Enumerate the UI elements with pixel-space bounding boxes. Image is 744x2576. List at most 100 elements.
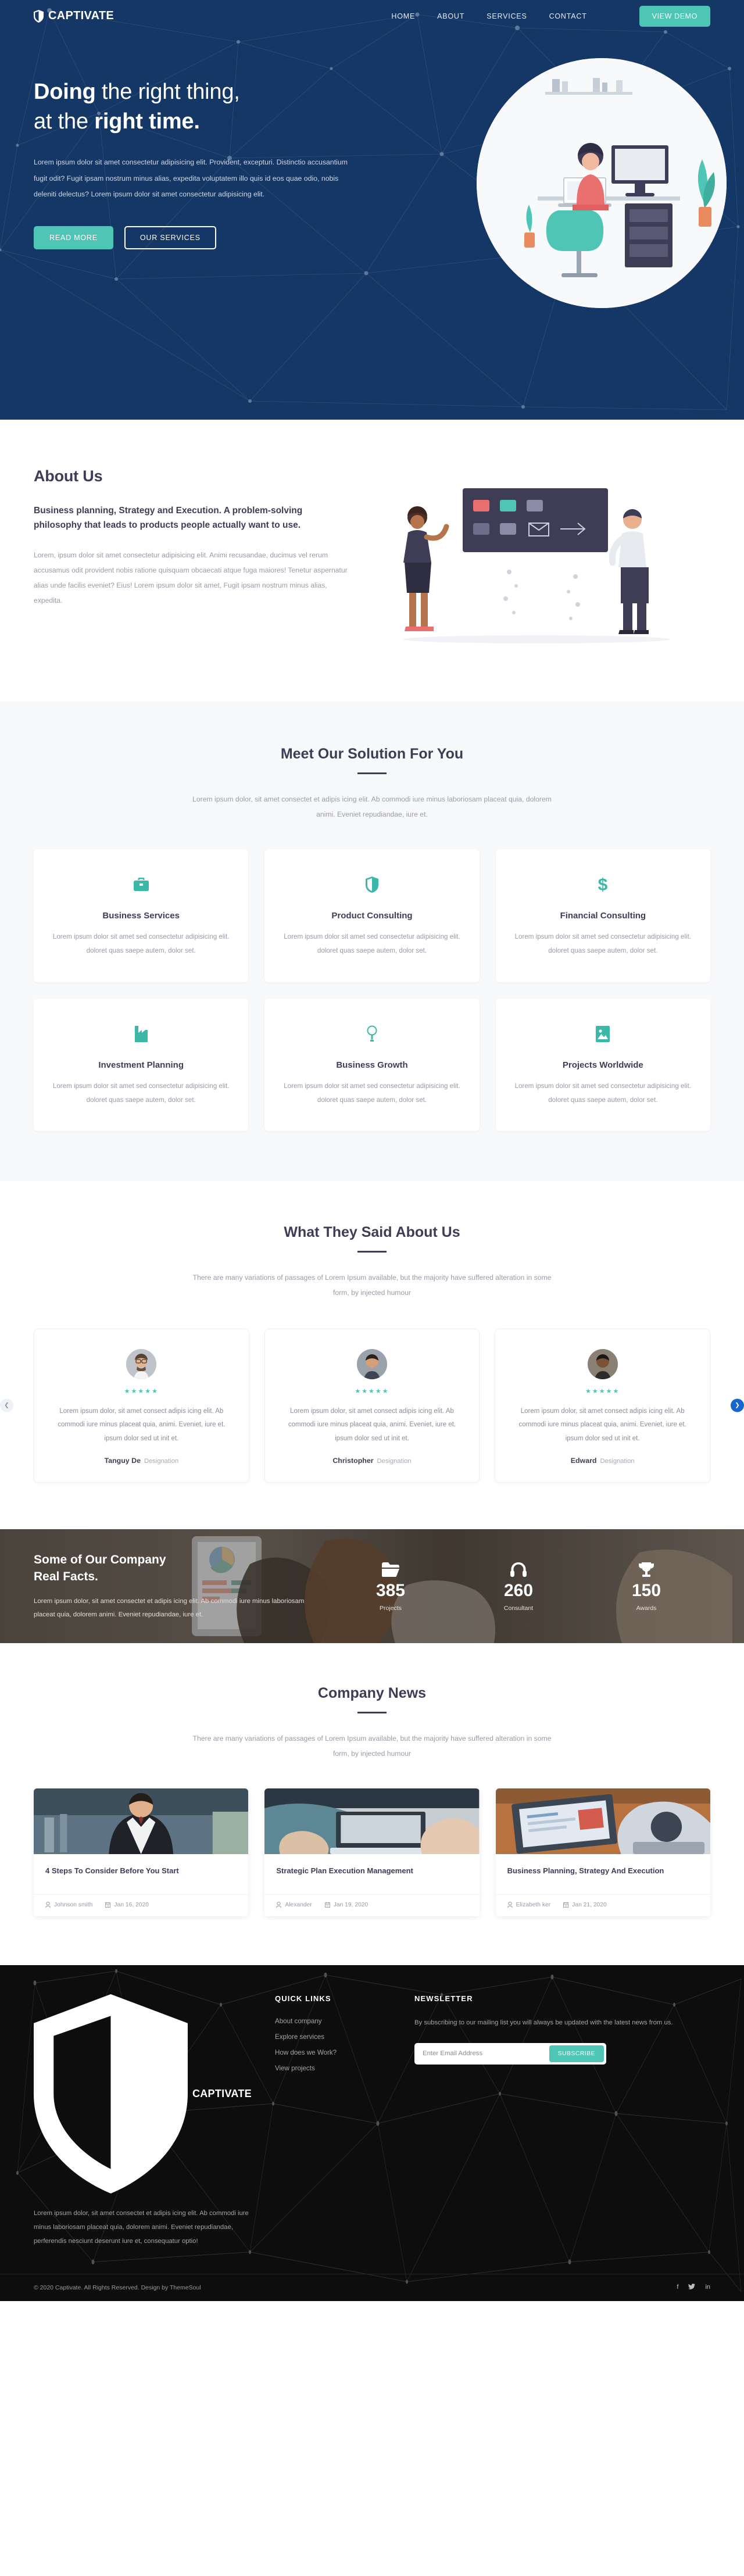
nav-item-contact[interactable]: CONTACT bbox=[549, 12, 587, 20]
news-card-grid: 4 Steps To Consider Before You Start Joh… bbox=[0, 1788, 744, 1916]
main-nav: HOME ABOUT SERVICES CONTACT VIEW DEMO bbox=[391, 5, 710, 27]
carousel-prev-button[interactable]: ❮ bbox=[0, 1398, 13, 1412]
service-card-product-consulting[interactable]: Product Consulting Lorem ipsum dolor sit… bbox=[264, 849, 480, 982]
headset-icon bbox=[504, 1561, 533, 1579]
news-card[interactable]: 4 Steps To Consider Before You Start Joh… bbox=[34, 1788, 249, 1916]
svg-text:$: $ bbox=[598, 876, 608, 893]
service-card-investment-planning[interactable]: Investment Planning Lorem ipsum dolor si… bbox=[34, 998, 249, 1132]
service-card-projects-worldwide[interactable]: Projects Worldwide Lorem ipsum dolor sit… bbox=[495, 998, 710, 1132]
shield-icon bbox=[282, 875, 462, 895]
service-text: Lorem ipsum dolor sit amet sed consectet… bbox=[52, 933, 230, 955]
news-card[interactable]: Business Planning, Strategy And Executio… bbox=[495, 1788, 710, 1916]
testimonial-author: Tanguy De Designation bbox=[49, 1457, 234, 1465]
testimonial-author: Christopher Designation bbox=[280, 1457, 464, 1465]
service-text: Lorem ipsum dolor sit amet sed consectet… bbox=[514, 933, 692, 955]
stat-number: 385 bbox=[375, 1580, 405, 1600]
hero-title-bold-1: Doing bbox=[34, 80, 96, 104]
news-header: Company News There are many variations o… bbox=[0, 1685, 744, 1761]
stat-number: 150 bbox=[631, 1580, 661, 1600]
service-text: Lorem ipsum dolor sit amet sed consectet… bbox=[284, 1082, 460, 1104]
stat-label: Awards bbox=[636, 1604, 657, 1612]
footer-link-how-does-we-work[interactable]: How does we Work? bbox=[275, 2049, 391, 2056]
stat-consultant: 260 Consultant bbox=[504, 1561, 533, 1612]
testimonial-card[interactable]: ★★★★★ Lorem ipsum dolor, sit amet consec… bbox=[495, 1328, 710, 1483]
service-card-business-services[interactable]: Business Services Lorem ipsum dolor sit … bbox=[34, 849, 249, 982]
hero-title-rest-1: the right thing, bbox=[95, 80, 240, 104]
hero-title-bold-2: right time. bbox=[94, 109, 200, 134]
shield-icon bbox=[34, 9, 44, 23]
rating-stars: ★★★★★ bbox=[355, 1387, 389, 1395]
stat-number: 260 bbox=[503, 1580, 534, 1600]
news-title-text: Business Planning, Strategy And Executio… bbox=[507, 1866, 664, 1875]
footer-link-view-projects[interactable]: View projects bbox=[275, 2065, 391, 2072]
news-card[interactable]: Strategic Plan Execution Management Alex… bbox=[264, 1788, 480, 1916]
about-illustration bbox=[371, 467, 710, 655]
service-card-grid: Business Services Lorem ipsum dolor sit … bbox=[0, 849, 744, 1132]
logo-link[interactable]: CAPTIVATE bbox=[34, 9, 114, 23]
service-title: Product Consulting bbox=[331, 911, 413, 921]
title-underline bbox=[357, 772, 387, 774]
stat-label: Projects bbox=[380, 1604, 402, 1612]
stat-awards: 150 Awards bbox=[632, 1561, 661, 1612]
testimonial-author: Edward Designation bbox=[510, 1457, 695, 1465]
testimonials-section: What They Said About Us There are many v… bbox=[0, 1181, 744, 1530]
rating-stars: ★★★★★ bbox=[124, 1387, 159, 1395]
testimonial-name: Christopher bbox=[332, 1457, 374, 1465]
hero-actions: READ MORE OUR SERVICES bbox=[34, 226, 394, 250]
news-title-text: Strategic Plan Execution Management bbox=[276, 1866, 413, 1875]
dollar-icon: $ bbox=[513, 875, 693, 895]
news-author-name: Alexander bbox=[285, 1901, 312, 1908]
service-title: Financial Consulting bbox=[560, 911, 646, 921]
news-date-text: Jan 21, 2020 bbox=[572, 1901, 607, 1908]
footer-logo[interactable]: CAPTIVATE bbox=[34, 1994, 252, 2194]
site-footer: CAPTIVATE Lorem ipsum dolor, sit amet co… bbox=[0, 1965, 744, 2302]
carousel-next-button[interactable]: ❯ bbox=[731, 1398, 744, 1412]
newsletter-form: SUBSCRIBE bbox=[414, 2042, 606, 2065]
calendar-icon bbox=[324, 1902, 330, 1908]
nav-item-about[interactable]: ABOUT bbox=[437, 12, 464, 20]
calendar-icon bbox=[105, 1902, 111, 1908]
view-demo-button[interactable]: VIEW DEMO bbox=[639, 5, 710, 27]
news-meta: Alexander Jan 19, 2020 bbox=[264, 1894, 480, 1916]
footer-link-explore-services[interactable]: Explore services bbox=[275, 2033, 391, 2041]
services-subtitle: Lorem ipsum dolor, sit amet consectet et… bbox=[192, 795, 552, 818]
email-input[interactable] bbox=[417, 2045, 549, 2062]
service-card-business-growth[interactable]: Business Growth Lorem ipsum dolor sit am… bbox=[264, 998, 480, 1132]
nav-item-home[interactable]: HOME bbox=[391, 12, 415, 20]
service-title: Business Growth bbox=[336, 1060, 408, 1070]
nav-item-services[interactable]: SERVICES bbox=[487, 12, 527, 20]
testimonial-carousel: ❮ ❯ ★★★★★ Lorem ipsum dolor, sit amet co… bbox=[0, 1328, 744, 1483]
about-section: About Us Business planning, Strategy and… bbox=[0, 420, 744, 702]
testimonial-card[interactable]: ★★★★★ Lorem ipsum dolor, sit amet consec… bbox=[264, 1328, 480, 1483]
news-author: Johnson smith bbox=[45, 1901, 92, 1908]
facts-heading-line2: Real Facts. bbox=[34, 1570, 98, 1584]
hero-illustration bbox=[477, 58, 727, 308]
news-author: Alexander bbox=[276, 1901, 312, 1908]
news-title: Company News bbox=[317, 1685, 427, 1702]
trophy-icon bbox=[632, 1561, 661, 1579]
testimonial-quote: Lorem ipsum dolor, sit amet consect adip… bbox=[288, 1407, 456, 1442]
footer-newsletter: NEWSLETTER By subscribing to our mailing… bbox=[414, 1994, 710, 2249]
social-links: f in bbox=[677, 2284, 710, 2292]
facts-paragraph: Lorem ipsum dolor, sit amet consectet et… bbox=[34, 1598, 305, 1619]
our-services-button[interactable]: OUR SERVICES bbox=[124, 226, 216, 250]
testimonial-role: Designation bbox=[600, 1458, 635, 1465]
testimonial-name: Edward bbox=[570, 1457, 597, 1465]
company-facts-section: Some of Our Company Real Facts. Lorem ip… bbox=[0, 1529, 744, 1644]
image-icon bbox=[513, 1024, 693, 1044]
avatar bbox=[356, 1348, 387, 1379]
lightbulb-icon bbox=[282, 1024, 462, 1044]
top-navigation-bar: CAPTIVATE HOME ABOUT SERVICES CONTACT VI… bbox=[0, 0, 744, 32]
footer-link-about-company[interactable]: About company bbox=[275, 2017, 391, 2025]
subscribe-button[interactable]: SUBSCRIBE bbox=[549, 2045, 604, 2062]
linkedin-icon[interactable]: in bbox=[705, 2284, 710, 2292]
stats-row: 385 Projects 260 Consultant 150 Awards bbox=[327, 1561, 710, 1612]
service-card-financial-consulting[interactable]: $ Financial Consulting Lorem ipsum dolor… bbox=[495, 849, 710, 982]
footer-quick-links-title: QUICK LINKS bbox=[275, 1994, 331, 2003]
read-more-button[interactable]: READ MORE bbox=[34, 226, 113, 250]
facebook-icon[interactable]: f bbox=[677, 2284, 678, 2292]
testimonial-card[interactable]: ★★★★★ Lorem ipsum dolor, sit amet consec… bbox=[34, 1328, 249, 1483]
footer-quick-links: QUICK LINKS About company Explore servic… bbox=[275, 1994, 391, 2249]
title-underline bbox=[357, 1251, 387, 1253]
twitter-icon[interactable] bbox=[688, 2284, 696, 2292]
